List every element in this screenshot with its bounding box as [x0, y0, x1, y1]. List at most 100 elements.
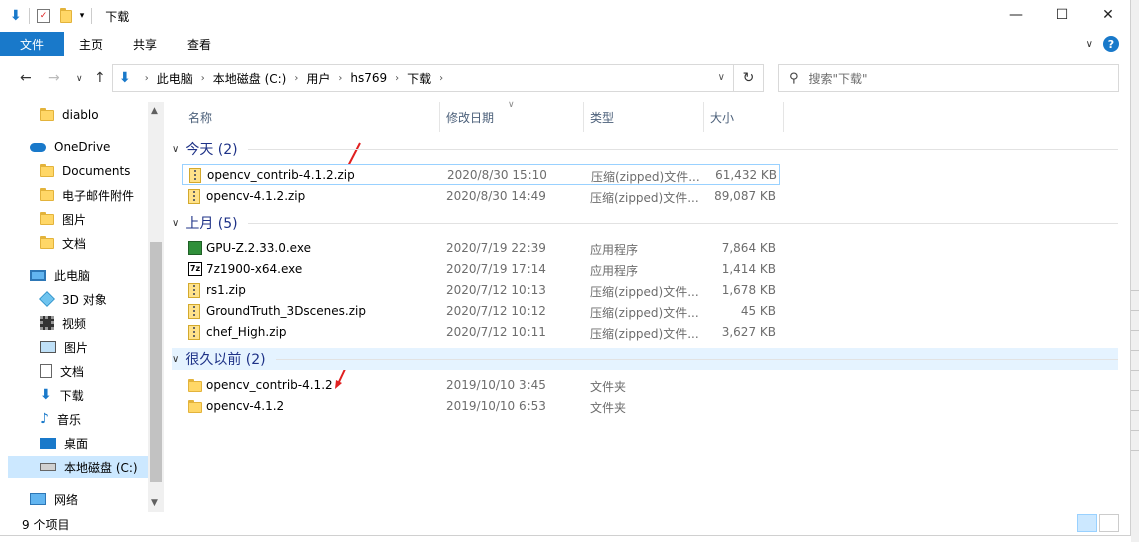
desktop-icon: [40, 437, 56, 449]
breadcrumb-separator-icon[interactable]: ›: [395, 73, 399, 84]
nav-item-label: 网络: [54, 492, 79, 507]
search-box[interactable]: ⚲ 搜索"下载": [778, 64, 1119, 92]
status-bar: 9 个项目: [0, 512, 1131, 536]
navigation-bar: ← → ∨ ↑ ⬇ › 此电脑 › 本地磁盘 (C:) › 用户 › hs769 › 下载 › ∨ …: [0, 62, 1131, 94]
address-history-chevron-icon[interactable]: ∨: [718, 72, 725, 83]
nav-item-label: diablo: [62, 108, 99, 122]
maximize-button[interactable]: ☐: [1039, 0, 1085, 30]
scroll-up-icon[interactable]: ▲: [151, 106, 158, 116]
tab-view[interactable]: 查看: [172, 32, 226, 56]
nav-item-label: 图片: [64, 340, 89, 355]
column-header-date[interactable]: 修改日期: [440, 102, 584, 132]
nav-item[interactable]: 桌面: [0, 432, 148, 454]
collapse-chevron-icon[interactable]: ∨: [172, 354, 179, 365]
back-arrow-icon[interactable]: ←: [20, 70, 32, 86]
tab-share[interactable]: 共享: [118, 32, 172, 56]
column-header-name[interactable]: 名称: [182, 102, 440, 132]
nav-item[interactable]: 图片: [0, 336, 148, 358]
file-list: 名称 ∨ 修改日期 类型 大小 ∨ 今天 (2) opencv_contrib-4.…: [168, 100, 1131, 512]
file-row[interactable]: opencv_contrib-4.1.2 2019/10/10 3:45 文件夹: [182, 375, 780, 396]
breadcrumb-separator-icon[interactable]: ›: [145, 73, 149, 84]
column-header-size[interactable]: 大小: [704, 102, 784, 132]
close-button[interactable]: ✕: [1085, 0, 1131, 30]
nav-item[interactable]: OneDrive: [0, 136, 148, 158]
nav-item[interactable]: 视频: [0, 312, 148, 334]
details-view-button[interactable]: [1077, 514, 1097, 532]
refresh-icon: ↻: [742, 70, 755, 86]
zip-icon: [188, 325, 200, 340]
file-row[interactable]: chef_High.zip 2020/7/12 10:11 压缩(zipped)文件…: [182, 322, 780, 343]
group-divider: [247, 222, 1118, 224]
disk-icon: [40, 463, 56, 471]
nav-item[interactable]: 文档: [0, 360, 148, 382]
file-size: 45 KB: [740, 304, 776, 318]
group-divider: [247, 148, 1118, 150]
document-icon: [40, 364, 52, 378]
nav-item[interactable]: ♪ 音乐: [0, 408, 148, 430]
collapse-chevron-icon[interactable]: ∨: [172, 144, 179, 155]
file-size: 1,414 KB: [721, 262, 776, 276]
tab-home[interactable]: 主页: [64, 32, 118, 56]
cube-icon: [39, 291, 55, 307]
help-icon[interactable]: ?: [1103, 36, 1119, 52]
customize-toolbar-chevron-icon[interactable]: ▾: [80, 11, 85, 21]
file-row[interactable]: opencv_contrib-4.1.2.zip 2020/8/30 15:10 压…: [182, 164, 780, 185]
file-row[interactable]: GPU-Z.2.33.0.exe 2020/7/19 22:39 应用程序 7,864…: [182, 238, 780, 259]
nav-item[interactable]: 本地磁盘 (C:): [8, 456, 148, 478]
group-header[interactable]: ∨ 很久以前 (2): [172, 348, 1118, 370]
forward-arrow-icon[interactable]: →: [48, 70, 60, 86]
folder-icon: [40, 235, 54, 249]
nav-item[interactable]: 文档: [0, 232, 148, 254]
navigation-pane-scrollbar[interactable]: ▲ ▼: [148, 102, 164, 512]
7zip-icon: 7z: [188, 262, 202, 276]
breadcrumb-item[interactable]: 此电脑: [157, 70, 193, 87]
group-header[interactable]: ∨ 上月 (5): [172, 212, 1118, 234]
background-edge: [1131, 0, 1139, 542]
file-row[interactable]: opencv-4.1.2 2019/10/10 6:53 文件夹: [182, 396, 780, 417]
file-row[interactable]: rs1.zip 2020/7/12 10:13 压缩(zipped)文件... 1,6…: [182, 280, 780, 301]
toolbar-separator: [28, 8, 30, 24]
up-arrow-icon[interactable]: ↑: [94, 70, 106, 86]
file-row[interactable]: opencv-4.1.2.zip 2020/8/30 14:49 压缩(zipped…: [182, 186, 780, 207]
breadcrumb-item[interactable]: 本地磁盘 (C:): [213, 70, 287, 87]
group-label: 很久以前 (2): [185, 352, 266, 368]
breadcrumb-separator-icon[interactable]: ›: [338, 73, 342, 84]
breadcrumb-item[interactable]: 用户: [306, 70, 330, 87]
refresh-button[interactable]: ↻: [734, 64, 764, 92]
tab-file[interactable]: 文件: [0, 32, 64, 56]
music-icon: ♪: [40, 411, 49, 427]
nav-item[interactable]: 图片: [0, 208, 148, 230]
nav-item[interactable]: 3D 对象: [0, 288, 148, 310]
column-header-type[interactable]: 类型: [584, 102, 704, 132]
nav-item[interactable]: 网络: [0, 488, 148, 510]
large-icons-view-button[interactable]: [1099, 514, 1119, 532]
nav-item[interactable]: 此电脑: [0, 264, 148, 286]
scrollbar-thumb[interactable]: [150, 242, 162, 482]
navigation-pane: diablo OneDrive Documents 电子邮件附件 图片 文档 此电脑 3D 对…: [0, 102, 164, 512]
breadcrumb-separator-icon[interactable]: ›: [439, 73, 443, 84]
nav-item[interactable]: diablo: [0, 104, 148, 126]
recent-locations-chevron-icon[interactable]: ∨: [76, 74, 83, 84]
breadcrumb-separator-icon[interactable]: ›: [201, 73, 205, 84]
address-bar[interactable]: ⬇ › 此电脑 › 本地磁盘 (C:) › 用户 › hs769 › 下载 › ∨: [112, 64, 734, 92]
scroll-down-icon[interactable]: ▼: [151, 498, 158, 508]
breadcrumb-item[interactable]: hs769: [350, 71, 387, 85]
nav-item[interactable]: ⬇ 下载: [0, 384, 148, 406]
breadcrumb-item[interactable]: 下载: [407, 70, 431, 87]
group-header[interactable]: ∨ 今天 (2): [172, 138, 1118, 160]
folder-icon: [188, 379, 202, 392]
file-name: opencv_contrib-4.1.2: [206, 378, 333, 392]
file-row[interactable]: 7z 7z1900-x64.exe 2020/7/19 17:14 应用程序 1,414…: [182, 259, 780, 280]
file-name: opencv-4.1.2.zip: [206, 189, 306, 203]
new-folder-icon[interactable]: [59, 7, 72, 23]
nav-item[interactable]: Documents: [0, 160, 148, 182]
properties-icon[interactable]: ✓: [36, 9, 50, 23]
breadcrumb-separator-icon[interactable]: ›: [294, 73, 298, 84]
expand-ribbon-chevron-icon[interactable]: ∨: [1086, 39, 1093, 50]
file-row[interactable]: GroundTruth_3Dscenes.zip 2020/7/12 10:12 压…: [182, 301, 780, 322]
nav-item[interactable]: 电子邮件附件: [0, 184, 148, 206]
collapse-chevron-icon[interactable]: ∨: [172, 218, 179, 229]
minimize-button[interactable]: —: [993, 0, 1039, 30]
file-date: 2019/10/10 3:45: [446, 378, 546, 392]
file-date: 2020/7/12 10:11: [446, 325, 546, 339]
